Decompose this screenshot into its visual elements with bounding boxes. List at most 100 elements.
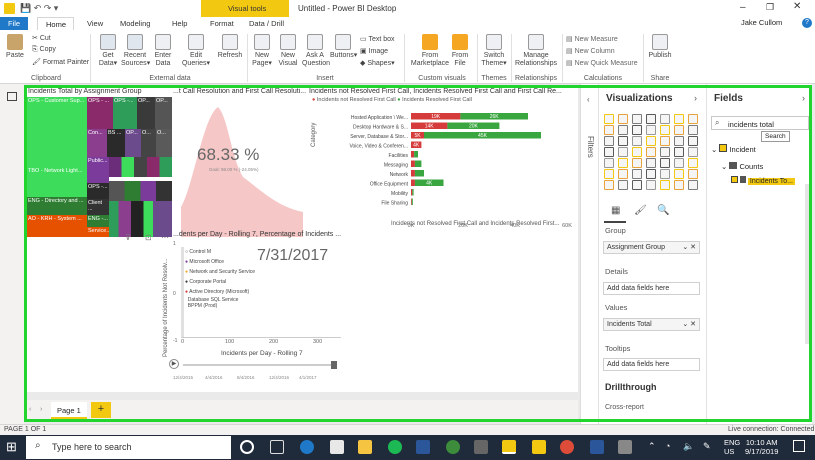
bar-segment[interactable] [411,198,413,206]
help-icon[interactable]: ? [802,18,812,28]
bar-segment[interactable] [414,151,419,158]
visual-type-icon[interactable] [688,125,698,135]
bar-segment[interactable] [414,170,424,177]
visual-type-icon[interactable] [688,180,698,190]
visual-type-icon[interactable] [618,180,628,190]
recent-sources-button[interactable]: Recent Sources▾ [121,34,150,68]
visual-type-icon[interactable] [604,147,614,157]
visual-type-icon[interactable] [674,169,684,179]
image-button[interactable]: ▣ Image [360,47,388,55]
details-well[interactable]: Add data fields here [603,282,700,295]
visual-type-icon[interactable] [618,114,628,124]
visual-type-icon[interactable] [660,136,670,146]
visual-type-icon[interactable] [660,158,670,168]
close-icon[interactable]: ✕ [793,1,801,12]
treemap-tile[interactable]: O... [141,129,156,157]
group-well[interactable]: Assignment Group ⌄ ✕ [603,241,700,254]
report-canvas[interactable]: Incidents Total by Assignment Group OPS … [27,87,578,392]
treemap-visual[interactable]: OPS - Customer Sup... OPS - ... OPS -...… [27,97,172,237]
visual-type-icon[interactable] [604,125,614,135]
app-icon[interactable] [474,440,488,454]
treemap-tile[interactable]: AO - KRH - System ... [27,215,87,237]
visual-type-icon[interactable] [632,147,642,157]
visual-type-icon[interactable] [646,180,656,190]
tab-view[interactable]: View [87,19,103,28]
taskbar-search-box[interactable]: ⌕ Type here to search [26,436,231,459]
bar-segment[interactable] [411,160,415,168]
bar-segment[interactable] [411,189,413,196]
visual-type-icon[interactable] [660,125,670,135]
format-paint-roller-icon[interactable]: 🖌 [634,205,647,216]
fields-search-input[interactable]: incidents total [728,120,774,129]
user-name[interactable]: Jake Cullom [741,18,782,27]
powerbi-taskbar-icon[interactable] [502,440,516,454]
collapse-left-icon[interactable]: ‹ [587,95,590,104]
visual-type-icon[interactable] [632,136,642,146]
treemap-tile[interactable]: O... [156,129,172,157]
new-measure-button[interactable]: ▤ New Measure [566,35,618,43]
app-icon[interactable] [446,440,460,454]
format-painter-button[interactable]: 🖌 Format Painter [32,58,89,66]
treemap-tile[interactable]: OP... [137,97,155,129]
bar-segment[interactable] [412,189,414,196]
focus-mode-icon[interactable]: ⊡ [145,233,152,242]
language-indicator[interactable]: ENG US [724,438,740,456]
switch-theme-button[interactable]: Switch Theme▾ [480,34,508,68]
treemap-tile[interactable]: TBO - Network Light... [27,167,87,197]
paste-button[interactable]: Paste [6,34,24,60]
quick-access-icons[interactable]: 💾 ↶ ↷ ▾ [20,3,58,14]
cortana-icon[interactable] [240,440,254,454]
visual-type-icon[interactable] [618,169,628,179]
visual-type-icon[interactable] [632,158,642,168]
refresh-button[interactable]: Refresh [216,34,244,60]
treemap-tile[interactable]: Con... [87,129,107,157]
file-explorer-icon[interactable] [358,440,372,454]
visual-type-icon[interactable] [632,114,642,124]
treemap-tile[interactable]: ENG -... [87,215,109,227]
tab-data-drill[interactable]: Data / Drill [249,19,284,28]
treemap-tile[interactable]: OPS - ... [87,97,113,129]
table-incident[interactable]: ⌄ Incident [711,144,756,154]
bar-segment[interactable] [411,198,412,206]
add-page-icon[interactable]: + [91,402,111,418]
filter-icon[interactable]: ⊽ [125,233,131,242]
visual-type-icon[interactable] [688,147,698,157]
treemap-tile[interactable]: OPS -... [113,97,137,129]
visual-type-icon[interactable] [632,125,642,135]
visual-type-icon[interactable] [646,125,656,135]
tab-format[interactable]: Format [210,19,234,28]
tab-home[interactable]: Home [37,17,74,30]
folder-counts[interactable]: ⌄ Counts [721,162,763,171]
filters-pane-collapsed[interactable]: ‹ Filters [580,84,598,424]
visual-type-icon[interactable] [618,147,628,157]
visual-type-icon[interactable] [604,180,614,190]
word-icon[interactable] [416,440,430,454]
visual-type-icon[interactable] [646,114,656,124]
new-quick-measure-button[interactable]: ▤ New Quick Measure [566,59,638,67]
visual-type-icon[interactable] [646,136,656,146]
treemap-small-tiles[interactable] [109,157,172,237]
visual-type-icon[interactable] [618,136,628,146]
analytics-magnifier-icon[interactable]: 🔍 [657,205,669,216]
treemap-tile[interactable]: OP... [155,97,172,129]
chrome-icon[interactable] [560,440,574,454]
text-box-button[interactable]: ▭ Text box [360,35,395,43]
field-incidents-total[interactable]: Incidents To... [731,176,801,188]
prev-page-icon[interactable]: ‹ [29,406,31,413]
values-well[interactable]: Incidents Total ⌄ ✕ [603,318,700,331]
powerbi-taskbar-icon[interactable] [532,440,546,454]
wifi-icon[interactable]: ◔ [665,441,670,451]
visual-type-icon[interactable] [618,125,628,135]
next-page-icon[interactable]: › [40,406,42,413]
visual-gallery[interactable] [604,114,704,194]
tab-file[interactable]: File [0,17,28,30]
task-view-icon[interactable] [270,440,284,454]
visual-type-icon[interactable] [660,180,670,190]
treemap-tile[interactable]: OP... [125,129,141,157]
visual-type-icon[interactable] [660,147,670,157]
volume-icon[interactable]: 🔈 [683,441,694,452]
expand-right-icon[interactable]: › [802,93,805,103]
mail-icon[interactable] [330,440,344,454]
treemap-tile[interactable]: Public... [87,157,109,183]
cut-button[interactable]: ✂ Cut [32,34,51,42]
